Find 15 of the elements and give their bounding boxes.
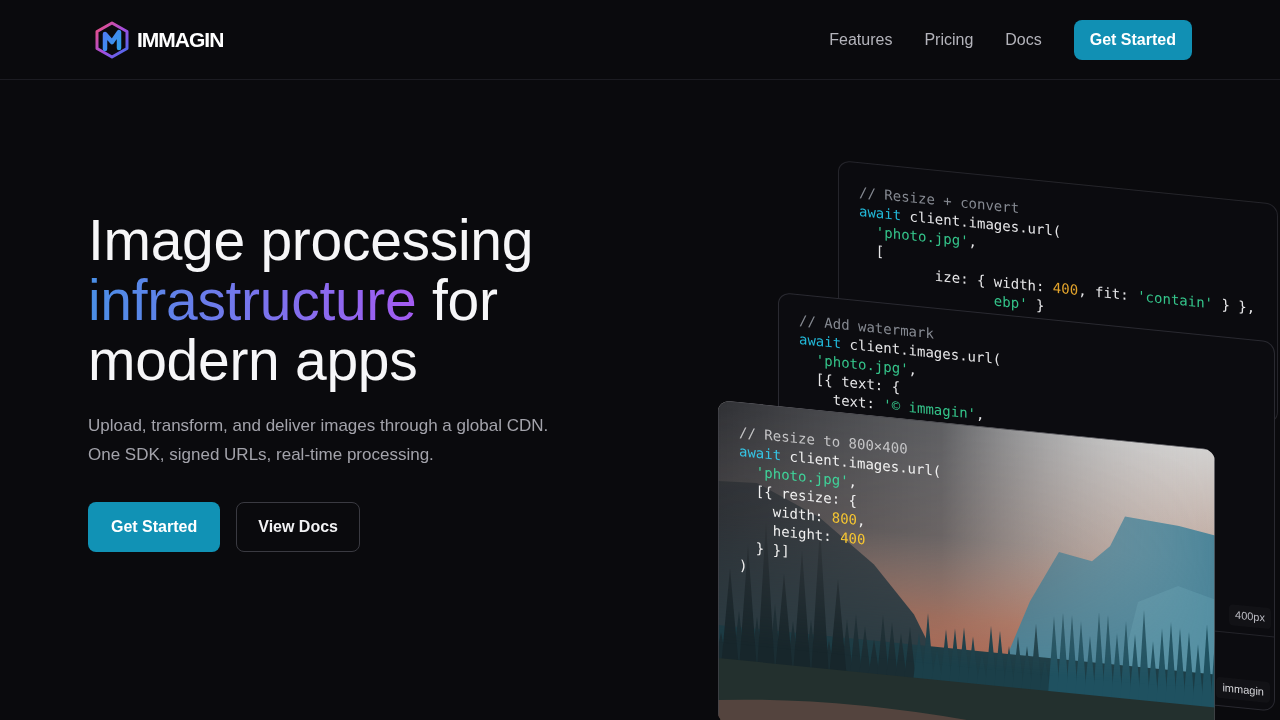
nav-link[interactable]: Docs xyxy=(1005,27,1042,52)
brand-name[interactable]: IMMAGIN xyxy=(137,29,224,50)
nav-link[interactable]: Features xyxy=(829,27,893,52)
get-started-button[interactable]: Get Started xyxy=(1073,19,1192,60)
hero-heading: Image processing infrastructure for modern apps xyxy=(88,210,535,390)
watermark-tag: immagin xyxy=(1216,676,1270,704)
code-line: ebp' } xyxy=(993,292,1045,316)
logo-icon[interactable] xyxy=(95,20,129,59)
code-line: } }] xyxy=(755,539,790,562)
view-docs-button[interactable]: View Docs xyxy=(236,502,360,552)
nav-link[interactable]: Pricing xyxy=(924,27,974,52)
get-started-button[interactable]: Get Started xyxy=(88,502,221,552)
size-tag: 400px xyxy=(1229,604,1271,630)
hero-description: Upload, transform, and deliver images through a global CDN. One SDK, signed URLs, real-time processing. xyxy=(88,415,550,466)
code-line: ) xyxy=(739,556,748,576)
